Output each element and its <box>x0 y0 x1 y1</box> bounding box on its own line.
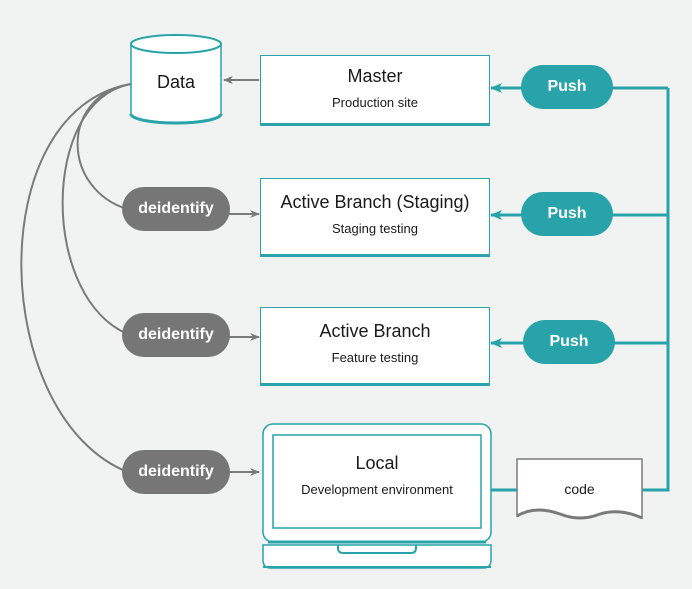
local-screen[interactable]: Local Development environment <box>273 435 481 528</box>
push-button-feature[interactable]: Push <box>523 320 615 364</box>
deidentify-step-staging[interactable]: deidentify <box>122 187 230 231</box>
local-title: Local <box>355 453 399 473</box>
data-store-label: Data <box>156 72 196 92</box>
staging-title: Active Branch (Staging) <box>280 192 470 212</box>
code-document-label: code <box>564 481 595 497</box>
push-bus-line <box>642 88 670 492</box>
data-to-deidentify-2-curve <box>61 83 132 336</box>
deidentify-step-local[interactable]: deidentify <box>122 450 230 494</box>
push-button-staging[interactable]: Push <box>521 192 613 236</box>
feature-subtitle: Feature testing <box>331 350 419 365</box>
feature-title: Active Branch <box>319 321 431 341</box>
feature-box[interactable]: Active Branch Feature testing <box>260 307 490 386</box>
local-subtitle: Development environment <box>301 482 453 497</box>
master-subtitle: Production site <box>332 95 418 110</box>
staging-subtitle: Staging testing <box>331 221 418 236</box>
staging-box[interactable]: Active Branch (Staging) Staging testing <box>260 178 490 257</box>
deidentify-step-feature[interactable]: deidentify <box>122 313 230 357</box>
master-title: Master <box>347 66 403 86</box>
push-button-master[interactable]: Push <box>521 65 613 109</box>
master-box[interactable]: Master Production site <box>260 55 490 126</box>
